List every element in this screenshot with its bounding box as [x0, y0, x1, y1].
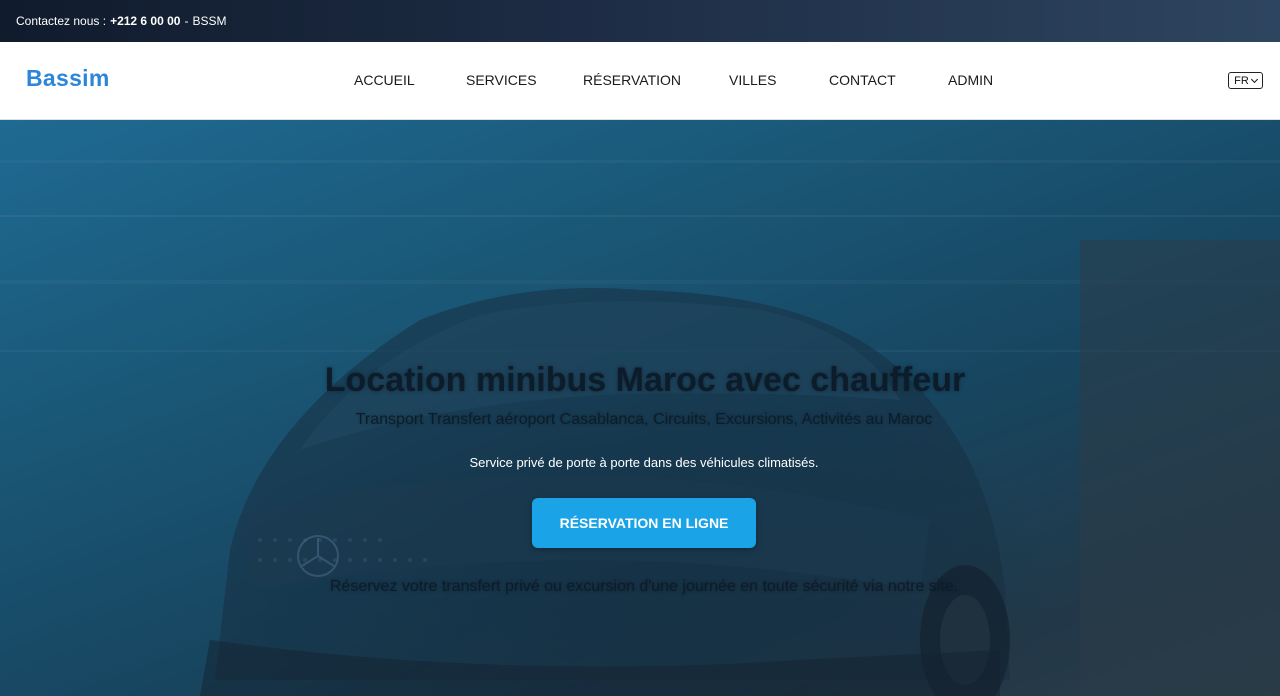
- language-value: FR: [1234, 74, 1249, 87]
- contact-company: BSSM: [192, 14, 227, 28]
- contact-phone[interactable]: +212 6 00 00: [110, 14, 180, 28]
- hero-section: Location minibus Maroc avec chauffeur Tr…: [0, 120, 1280, 696]
- hero-title: Location minibus Maroc avec chauffeur: [324, 360, 966, 399]
- nav-item-admin[interactable]: ADMIN: [948, 72, 993, 88]
- language-select[interactable]: FR: [1228, 72, 1263, 89]
- nav-item-villes[interactable]: VILLES: [729, 72, 776, 88]
- nav-item-accueil[interactable]: ACCUEIL: [354, 72, 415, 88]
- site-header: Bassim ACCUEIL SERVICES RÉSERVATION VILL…: [0, 42, 1280, 120]
- contact-label: Contactez nous :: [16, 14, 107, 28]
- hero-background-image: [0, 160, 1280, 696]
- hero-subtitle: Transport Transfert aéroport Casablanca,…: [355, 411, 933, 428]
- contact-bar: Contactez nous : +212 6 00 00 - BSSM: [0, 0, 1280, 42]
- chevron-down-icon: [1250, 75, 1258, 83]
- hero-description: Service privé de porte à porte dans des …: [469, 455, 819, 470]
- main-nav: ACCUEIL SERVICES RÉSERVATION VILLES CONT…: [0, 72, 1280, 92]
- online-booking-button[interactable]: RÉSERVATION EN LIGNE: [532, 498, 756, 548]
- nav-item-contact[interactable]: CONTACT: [829, 72, 896, 88]
- contact-separator: -: [184, 14, 189, 28]
- hero-footer-text: Réservez votre transfert privé ou excurs…: [329, 578, 959, 595]
- nav-item-reservation[interactable]: RÉSERVATION: [583, 72, 681, 88]
- nav-item-services[interactable]: SERVICES: [466, 72, 537, 88]
